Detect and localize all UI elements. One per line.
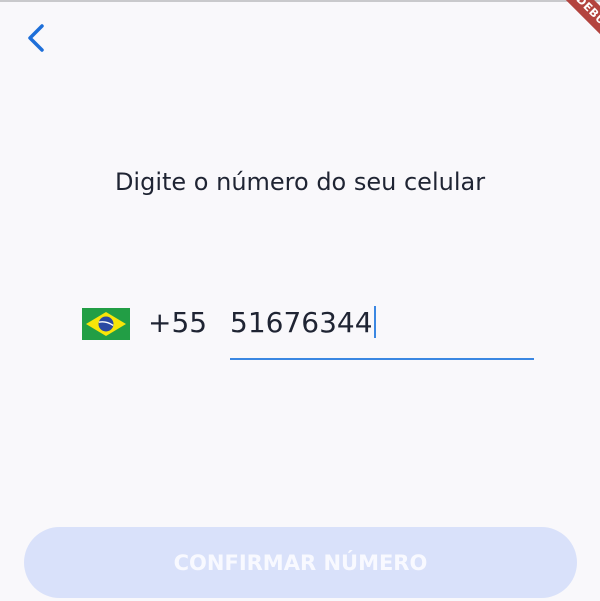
text-caret [373,306,376,338]
phone-number-text: 51676344 [230,306,373,339]
brazil-flag-icon[interactable] [82,308,130,340]
chevron-left-icon [28,24,44,52]
page-title: Digite o número do seu celular [114,168,486,196]
debug-banner: DEBUG [540,0,600,60]
confirm-number-label: CONFIRMAR NÚMERO [173,550,428,575]
phone-number-value: 51676344 [230,306,376,339]
confirm-number-button[interactable]: CONFIRMAR NÚMERO [24,527,577,598]
debug-banner-label: DEBUG [551,0,600,57]
phone-number-input[interactable]: 51676344 [230,300,534,360]
back-button[interactable] [20,20,52,56]
country-code[interactable]: +55 [148,306,207,339]
top-border [0,0,600,2]
phone-row: +55 51676344 [82,300,534,360]
